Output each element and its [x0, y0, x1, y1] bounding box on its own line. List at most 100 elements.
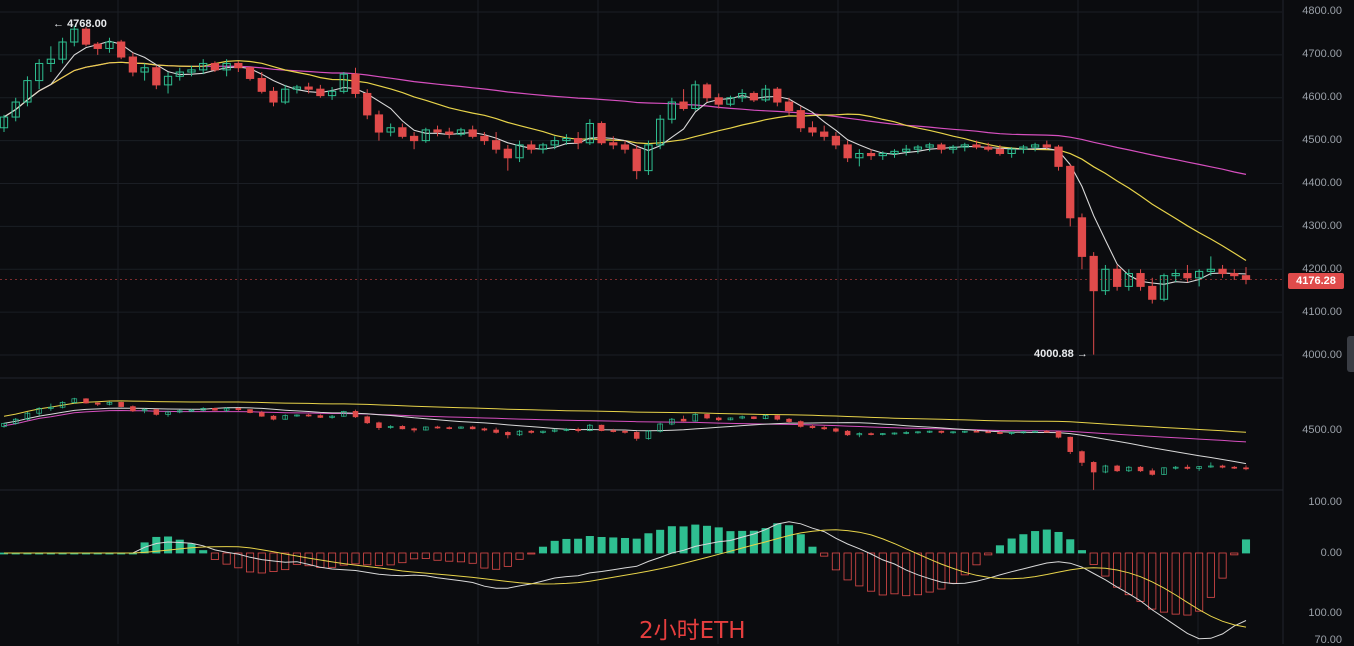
price-tick-4800: 4800.00 — [1302, 5, 1342, 17]
mini-candle-body — [1243, 467, 1249, 470]
macd-histogram-bar — [1054, 531, 1063, 554]
mini-candle-body — [1090, 462, 1097, 473]
macd-histogram-bar — [538, 546, 548, 554]
candle-body — [1066, 165, 1075, 219]
mini-candle-body — [305, 414, 312, 417]
candle-body — [433, 129, 442, 133]
price-tick-4600: 4600.00 — [1302, 91, 1342, 103]
mini-candle-body — [94, 402, 101, 405]
macd-histogram-bar — [691, 524, 700, 554]
mini-candle-body — [1219, 465, 1226, 468]
mini-candle-body — [868, 433, 874, 435]
mini-candle-body — [505, 432, 511, 436]
candle-body — [363, 92, 372, 116]
candlestick-chart[interactable] — [0, 0, 1354, 644]
candle-body — [597, 122, 606, 144]
mini-candle-body — [751, 416, 757, 419]
mini-candle-body — [575, 429, 581, 431]
mini-candle-body — [844, 430, 851, 436]
mini-candle-body — [434, 426, 441, 429]
candle-body — [351, 73, 360, 94]
mini-candle-body — [130, 406, 136, 412]
mini-candle-body — [1184, 466, 1191, 469]
macd-histogram-bar — [550, 540, 559, 554]
mini-candle-body — [1231, 466, 1238, 469]
mini-candle-body — [774, 415, 781, 420]
mini-candle-body — [270, 415, 277, 420]
candle-body — [1148, 285, 1157, 300]
mini-candle-body — [528, 430, 535, 433]
candle-body — [527, 144, 536, 150]
candle-body — [1077, 217, 1087, 257]
candle-body — [245, 67, 255, 79]
mini-candle-body — [352, 411, 359, 418]
mini-candle-body — [1137, 466, 1144, 472]
price-tick-4100: 4100.00 — [1302, 306, 1342, 318]
candle-body — [773, 88, 782, 103]
candle-body — [1230, 273, 1239, 277]
macd-histogram-bar — [199, 550, 208, 554]
candle-body — [257, 77, 266, 92]
mini-candle-body — [809, 426, 816, 428]
candle-body — [620, 144, 630, 150]
candle-body — [808, 127, 817, 133]
mini-candle-body — [821, 427, 827, 430]
candle-body — [632, 148, 641, 172]
candle-body — [234, 62, 243, 69]
mini-candle-body — [598, 424, 605, 431]
mini-candle-body — [973, 430, 980, 433]
macd-histogram-bar — [1031, 531, 1040, 554]
candle-body — [409, 135, 419, 142]
price-tick-4300: 4300.00 — [1302, 220, 1342, 232]
high-value: 4768.00 — [67, 18, 107, 30]
macd-histogram-bar — [1077, 550, 1086, 554]
price-tick-4500: 4500.00 — [1302, 134, 1342, 146]
candle-body — [1136, 273, 1145, 287]
macd-histogram-bar — [1042, 529, 1051, 554]
candle-body — [714, 97, 723, 105]
mini-candle-body — [493, 429, 499, 433]
macd-histogram-bar — [609, 537, 618, 554]
mini-tick: 4500.00 — [1302, 424, 1342, 436]
candle-body — [398, 127, 407, 137]
candle-body — [1054, 146, 1063, 167]
candle-body — [269, 90, 278, 103]
candle-body — [831, 135, 841, 146]
macd-histogram-bar — [585, 536, 594, 554]
mini-candle-body — [118, 402, 124, 407]
macd-histogram-bar — [632, 538, 641, 554]
panel-resize-handle[interactable] — [1347, 336, 1354, 372]
candle-body — [749, 92, 759, 101]
candle-body — [784, 101, 794, 112]
mini-candle-body — [610, 430, 617, 432]
mini-candle-body — [833, 428, 839, 432]
mini-candle-body — [481, 428, 488, 431]
mini-candle-body — [153, 409, 160, 415]
mini-candle-body — [364, 416, 370, 424]
candle-body — [304, 86, 313, 90]
macd-histogram-bar — [796, 534, 805, 554]
mini-candle-body — [212, 408, 218, 411]
mini-candle-body — [797, 421, 804, 427]
candle-body — [937, 144, 946, 150]
macd-histogram-bar — [714, 527, 723, 554]
mini-candle-body — [83, 398, 89, 404]
candle-body — [93, 43, 102, 49]
macd-histogram-bar — [726, 531, 735, 554]
macd-histogram-bar — [574, 538, 583, 554]
mini-candle-body — [259, 412, 265, 417]
low-value: 4000.88 — [1034, 348, 1074, 360]
candle-body — [480, 135, 489, 142]
candle-body — [820, 131, 829, 137]
candle-body — [972, 144, 981, 148]
candle-body — [796, 110, 805, 129]
mini-candle-body — [997, 432, 1003, 434]
candle-body — [1042, 144, 1051, 148]
mini-candle-body — [1079, 451, 1085, 463]
candle-body — [117, 41, 126, 58]
macd-histogram-bar — [808, 546, 817, 554]
candle-body — [866, 152, 876, 157]
candle-body — [210, 62, 220, 71]
candle-body — [573, 137, 583, 144]
macd-histogram-bar — [1019, 534, 1028, 554]
